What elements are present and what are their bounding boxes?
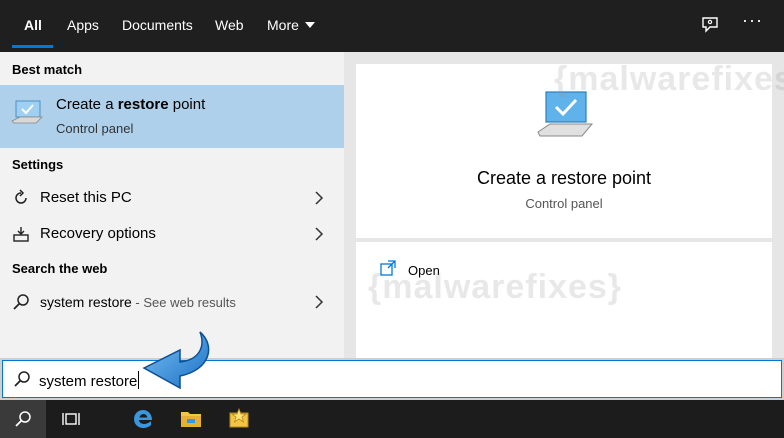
results-pane: Best match Create a restore point Contro…: [0, 52, 344, 358]
preview-title: Create a restore point: [476, 168, 652, 188]
chevron-right-icon: [315, 295, 324, 309]
edge-browser-icon: [134, 410, 152, 428]
search-icon: [15, 411, 31, 427]
folder-icon: [181, 412, 201, 427]
search-box-container: system restore: [0, 358, 784, 400]
more-options-icon[interactable]: ···: [742, 10, 763, 31]
chevron-down-icon: [304, 22, 315, 28]
taskbar-search-button[interactable]: [0, 400, 46, 438]
search-input[interactable]: system restore: [2, 360, 782, 398]
watermark-bottom: {malwarefixes}: [368, 268, 623, 306]
tab-documents[interactable]: Documents: [122, 0, 193, 52]
web-search-label: system restore - See web results: [40, 294, 236, 310]
edge-button[interactable]: [120, 400, 166, 438]
chevron-right-icon: [315, 227, 324, 241]
taskbar: [0, 400, 784, 438]
computer-restore-icon: [11, 100, 43, 124]
tab-apps[interactable]: Apps: [67, 0, 99, 52]
search-filter-bar: All Apps Documents Web More ···: [0, 0, 784, 52]
tab-more[interactable]: More: [267, 0, 315, 52]
best-match-title-bold: restore: [117, 96, 169, 113]
search-icon: [14, 371, 30, 387]
preview-subtitle: Control panel: [525, 196, 603, 211]
best-match-heading: Best match: [12, 62, 83, 77]
web-search-result[interactable]: system restore - See web results: [0, 285, 344, 319]
search-icon: [13, 294, 29, 310]
best-match-title-suffix: point: [168, 96, 206, 113]
tab-web[interactable]: Web: [215, 0, 244, 52]
search-input-text: system restore: [39, 371, 140, 390]
web-search-query: system restore: [40, 294, 132, 310]
settings-heading: Settings: [12, 157, 64, 172]
pointer-arrow-annotation: [142, 331, 210, 390]
file-explorer-button[interactable]: [168, 400, 214, 438]
feedback-icon[interactable]: [700, 15, 720, 35]
search-query-text: system restore: [39, 373, 138, 390]
settings-item-label: Reset this PC: [40, 189, 132, 206]
mail-app-button[interactable]: [216, 400, 262, 438]
tab-more-label: More: [267, 17, 299, 33]
mail-star-icon: [229, 408, 249, 428]
web-search-suffix: - See web results: [131, 295, 236, 310]
recovery-icon: [13, 227, 29, 242]
best-match-title-prefix: Create a: [56, 96, 118, 113]
watermark-top: {malwarefixes}: [554, 60, 784, 98]
best-match-result[interactable]: Create a restore point Control panel: [0, 85, 344, 148]
chevron-right-icon: [315, 191, 324, 205]
search-web-heading: Search the web: [12, 261, 108, 276]
task-view-button[interactable]: [48, 400, 94, 438]
task-view-icon: [62, 413, 80, 425]
best-match-subtitle: Control panel: [56, 121, 134, 136]
active-tab-indicator: [12, 45, 53, 48]
settings-item-recovery-options[interactable]: Recovery options: [0, 217, 344, 251]
settings-item-label: Recovery options: [40, 225, 156, 242]
reset-icon: [15, 189, 27, 204]
best-match-title: Create a restore point: [56, 96, 205, 113]
settings-item-reset-pc[interactable]: Reset this PC: [0, 181, 344, 215]
